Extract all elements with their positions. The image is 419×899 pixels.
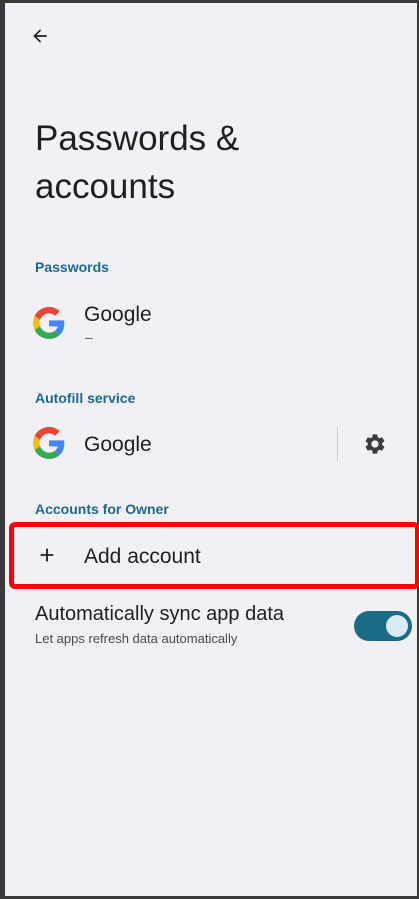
- google-icon: [33, 427, 65, 459]
- settings-screen: Passwords & accounts Passwords Google – …: [0, 0, 419, 899]
- gear-icon: [365, 434, 385, 454]
- passwords-google-subtitle: –: [85, 329, 93, 345]
- auto-sync-subtitle: Let apps refresh data automatically: [35, 631, 238, 646]
- auto-sync-toggle[interactable]: [354, 611, 412, 641]
- google-icon: [33, 307, 65, 339]
- divider: [337, 427, 338, 461]
- arrow-back-icon: [33, 29, 47, 43]
- passwords-google-label: Google: [84, 303, 152, 326]
- autofill-google-label: Google: [84, 433, 152, 456]
- back-button[interactable]: [27, 23, 53, 49]
- passwords-google-item[interactable]: Google –: [5, 291, 419, 357]
- toggle-knob: [386, 615, 408, 637]
- highlight-box: [9, 522, 419, 589]
- page-title: Passwords & accounts: [35, 119, 240, 206]
- section-header-accounts: Accounts for Owner: [35, 501, 169, 517]
- section-header-autofill: Autofill service: [35, 390, 136, 406]
- autofill-google-item[interactable]: Google: [5, 417, 335, 471]
- autofill-settings-button[interactable]: [363, 432, 387, 456]
- auto-sync-label: Automatically sync app data: [35, 603, 285, 625]
- section-header-passwords: Passwords: [35, 259, 109, 275]
